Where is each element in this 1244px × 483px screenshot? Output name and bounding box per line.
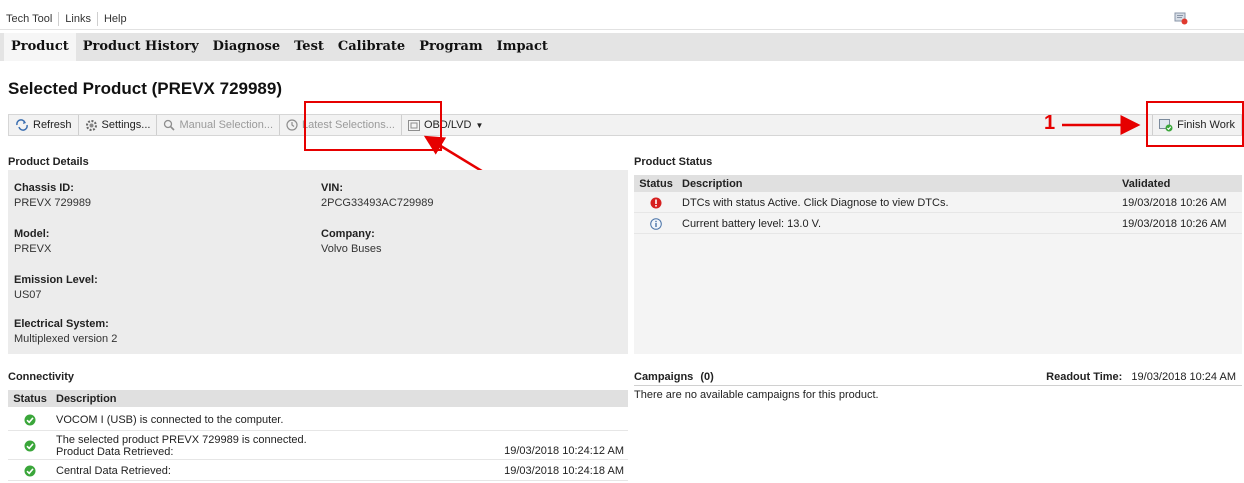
tab-impact[interactable]: Impact xyxy=(490,33,555,61)
connectivity-line: Product Data Retrieved: xyxy=(56,445,174,458)
refresh-label: Refresh xyxy=(33,119,72,131)
annotation-box-latest-selections xyxy=(304,101,442,151)
company-field: Company: Volvo Buses xyxy=(321,228,382,255)
campaigns-label: Campaigns xyxy=(634,371,694,383)
campaigns-empty-message: There are no available campaigns for thi… xyxy=(634,389,879,401)
tab-product-history[interactable]: Product History xyxy=(76,33,206,61)
product-status-header: Status Description Validated xyxy=(634,175,1242,192)
tab-product[interactable]: Product xyxy=(4,33,76,61)
chassis-id-value: PREVX 729989 xyxy=(14,197,92,209)
vin-value: 2PCG33493AC729989 xyxy=(321,197,434,209)
toolbar: Refresh Settings... Manual Selection... … xyxy=(8,114,1242,136)
refresh-button[interactable]: Refresh xyxy=(9,115,79,135)
electrical-label: Electrical System: xyxy=(14,318,109,330)
emission-field: Emission Level: US07 xyxy=(14,274,98,301)
product-details-panel: Chassis ID: PREVX 729989 VIN: 2PCG33493A… xyxy=(8,170,628,354)
model-label: Model: xyxy=(14,228,50,240)
readout-time-label: Readout Time: xyxy=(1046,371,1123,383)
connectivity-time: 19/03/2018 10:24:12 AM xyxy=(504,445,624,457)
description-column-header[interactable]: Description xyxy=(678,178,1118,190)
campaigns-count: (0) xyxy=(700,371,714,383)
refresh-icon xyxy=(16,119,28,131)
connectivity-description: VOCOM I (USB) is connected to the comput… xyxy=(56,413,284,426)
connectivity-title: Connectivity xyxy=(8,371,75,383)
annotation-number-1: 1 xyxy=(1044,112,1056,134)
user-status-icon[interactable] xyxy=(1174,12,1188,25)
campaigns-title: Campaigns (0) xyxy=(634,371,714,383)
table-row[interactable]: Central Data Retrieved: 19/03/2018 10:24… xyxy=(8,461,628,481)
emission-label: Emission Level: xyxy=(14,274,98,286)
status-description: Current battery level: 13.0 V. xyxy=(682,217,822,230)
menu-bar: Tech Tool Links Help xyxy=(0,8,1244,30)
product-details-title: Product Details xyxy=(8,156,89,168)
table-row[interactable]: Current battery level: 13.0 V. 19/03/201… xyxy=(634,214,1242,234)
manual-selection-label: Manual Selection... xyxy=(179,119,274,131)
company-label: Company: xyxy=(321,228,375,240)
description-column-header[interactable]: Description xyxy=(52,393,628,405)
divider xyxy=(634,385,1242,386)
tab-diagnose[interactable]: Diagnose xyxy=(206,33,287,61)
vin-field: VIN: 2PCG33493AC729989 xyxy=(321,182,434,209)
manual-selection-button[interactable]: Manual Selection... xyxy=(157,115,281,135)
model-field: Model: PREVX xyxy=(14,228,51,255)
status-description: DTCs with status Active. Click Diagnose … xyxy=(682,196,949,209)
gear-icon xyxy=(85,119,97,131)
search-icon xyxy=(164,119,176,131)
menu-links[interactable]: Links xyxy=(59,11,98,26)
readout-time: Readout Time: 19/03/2018 10:24 AM xyxy=(1046,371,1236,383)
menu-tech-tool[interactable]: Tech Tool xyxy=(0,11,60,26)
product-status-title: Product Status xyxy=(634,156,713,168)
menu-help[interactable]: Help xyxy=(98,12,133,26)
info-icon xyxy=(650,217,662,230)
chassis-id-field: Chassis ID: PREVX 729989 xyxy=(14,182,91,209)
connectivity-description: Central Data Retrieved: xyxy=(56,464,171,477)
tab-test[interactable]: Test xyxy=(287,33,331,61)
status-column-header[interactable]: Status xyxy=(8,393,52,405)
table-row[interactable]: The selected product PREVX 729989 is con… xyxy=(8,432,628,460)
status-validated: 19/03/2018 10:26 AM xyxy=(1122,196,1227,209)
error-icon xyxy=(650,197,662,208)
check-icon xyxy=(24,465,36,476)
tab-program[interactable]: Program xyxy=(412,33,489,61)
chassis-id-label: Chassis ID: xyxy=(14,182,74,194)
settings-button[interactable]: Settings... xyxy=(79,115,158,135)
emission-value: US07 xyxy=(14,289,42,301)
connectivity-description: The selected product PREVX 729989 is con… xyxy=(52,434,468,458)
electrical-field: Electrical System: Multiplexed version 2 xyxy=(14,318,117,345)
main-navigation: Product Product History Diagnose Test Ca… xyxy=(0,33,1244,61)
chevron-down-icon: ▼ xyxy=(475,120,484,130)
model-value: PREVX xyxy=(14,243,52,255)
status-validated: 19/03/2018 10:26 AM xyxy=(1122,217,1227,230)
page-title: Selected Product (PREVX 729989) xyxy=(8,79,283,98)
check-icon xyxy=(24,440,36,451)
vin-label: VIN: xyxy=(321,182,343,194)
check-icon xyxy=(24,414,36,425)
status-column-header[interactable]: Status xyxy=(634,178,678,190)
connectivity-header: Status Description xyxy=(8,390,628,407)
settings-label: Settings... xyxy=(101,119,151,131)
connectivity-line: The selected product PREVX 729989 is con… xyxy=(56,433,307,446)
table-row[interactable]: DTCs with status Active. Click Diagnose … xyxy=(634,193,1242,213)
clock-icon xyxy=(286,119,298,131)
validated-column-header[interactable]: Validated xyxy=(1118,178,1242,190)
table-row[interactable]: VOCOM I (USB) is connected to the comput… xyxy=(8,409,628,431)
readout-time-value: 19/03/2018 10:24 AM xyxy=(1131,371,1236,383)
tab-calibrate[interactable]: Calibrate xyxy=(331,33,412,61)
company-value: Volvo Buses xyxy=(321,243,382,255)
annotation-box-finish-work xyxy=(1146,101,1244,147)
electrical-value: Multiplexed version 2 xyxy=(14,333,118,345)
connectivity-time: 19/03/2018 10:24:18 AM xyxy=(504,464,624,477)
